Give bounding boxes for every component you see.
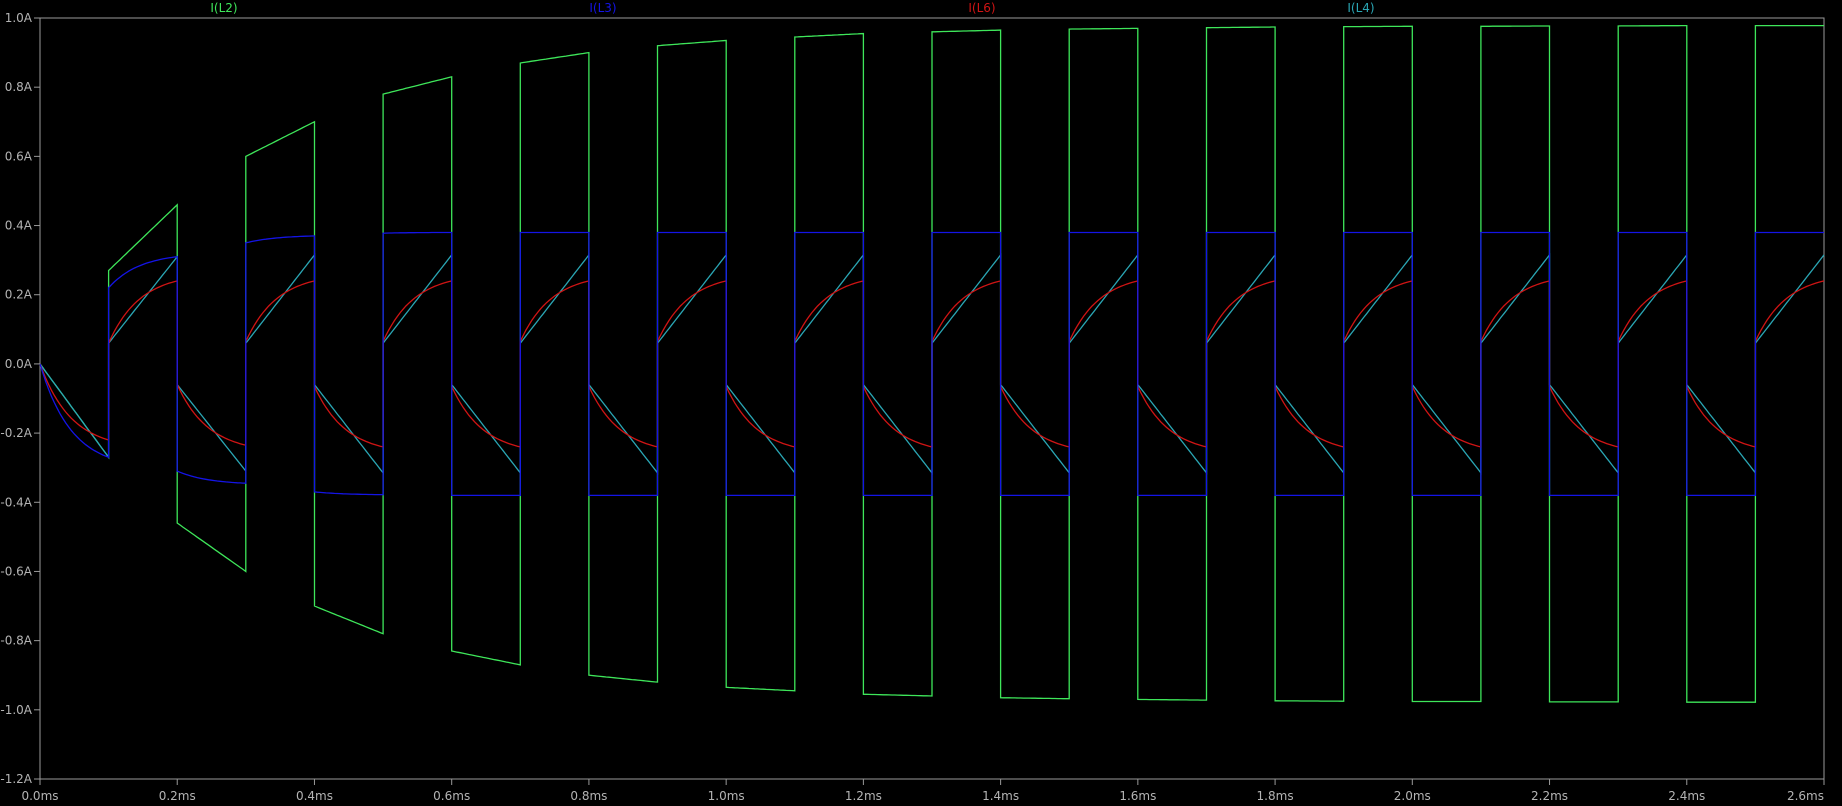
y-tick-label: 0.0A [5,357,33,371]
y-tick-label: 0.8A [5,80,33,94]
y-tick-label: -0.4A [0,495,32,509]
x-tick-label: 1.8ms [1257,789,1294,803]
x-tick-label: 0.0ms [21,789,58,803]
y-tick-label: -0.6A [0,564,32,578]
y-tick-label: -1.2A [0,772,32,786]
x-tick-label: 0.6ms [433,789,470,803]
x-tick-label: 0.4ms [296,789,333,803]
x-tick-label: 2.6ms [1787,789,1824,803]
x-tick-label: 1.0ms [708,789,745,803]
x-tick-label: 2.2ms [1531,789,1568,803]
legend-entry-il3[interactable]: I(L3) [589,1,616,15]
y-tick-label: 1.0A [5,11,33,25]
legend-entry-il4[interactable]: I(L4) [1347,1,1374,15]
x-tick-label: 0.8ms [570,789,607,803]
y-tick-label: 0.2A [5,288,33,302]
x-tick-label: 1.6ms [1119,789,1156,803]
plot-background [0,0,1842,806]
x-tick-label: 2.4ms [1668,789,1705,803]
x-tick-label: 1.4ms [982,789,1019,803]
legend-entry-il2[interactable]: I(L2) [210,1,237,15]
legend-entry-il6[interactable]: I(L6) [968,1,995,15]
x-tick-label: 1.2ms [845,789,882,803]
y-tick-label: -1.0A [0,703,32,717]
waveform-plot[interactable]: 1.0A 0.8A 0.6A 0.4A 0.2A 0.0A -0.2A -0.4A -0.6A -… [0,0,1842,806]
x-tick-label: 2.0ms [1394,789,1431,803]
x-tick-label: 0.2ms [159,789,196,803]
y-tick-label: -0.2A [0,426,32,440]
y-tick-label: 0.4A [5,219,33,233]
y-tick-label: -0.8A [0,634,32,648]
y-tick-label: 0.6A [5,149,33,163]
